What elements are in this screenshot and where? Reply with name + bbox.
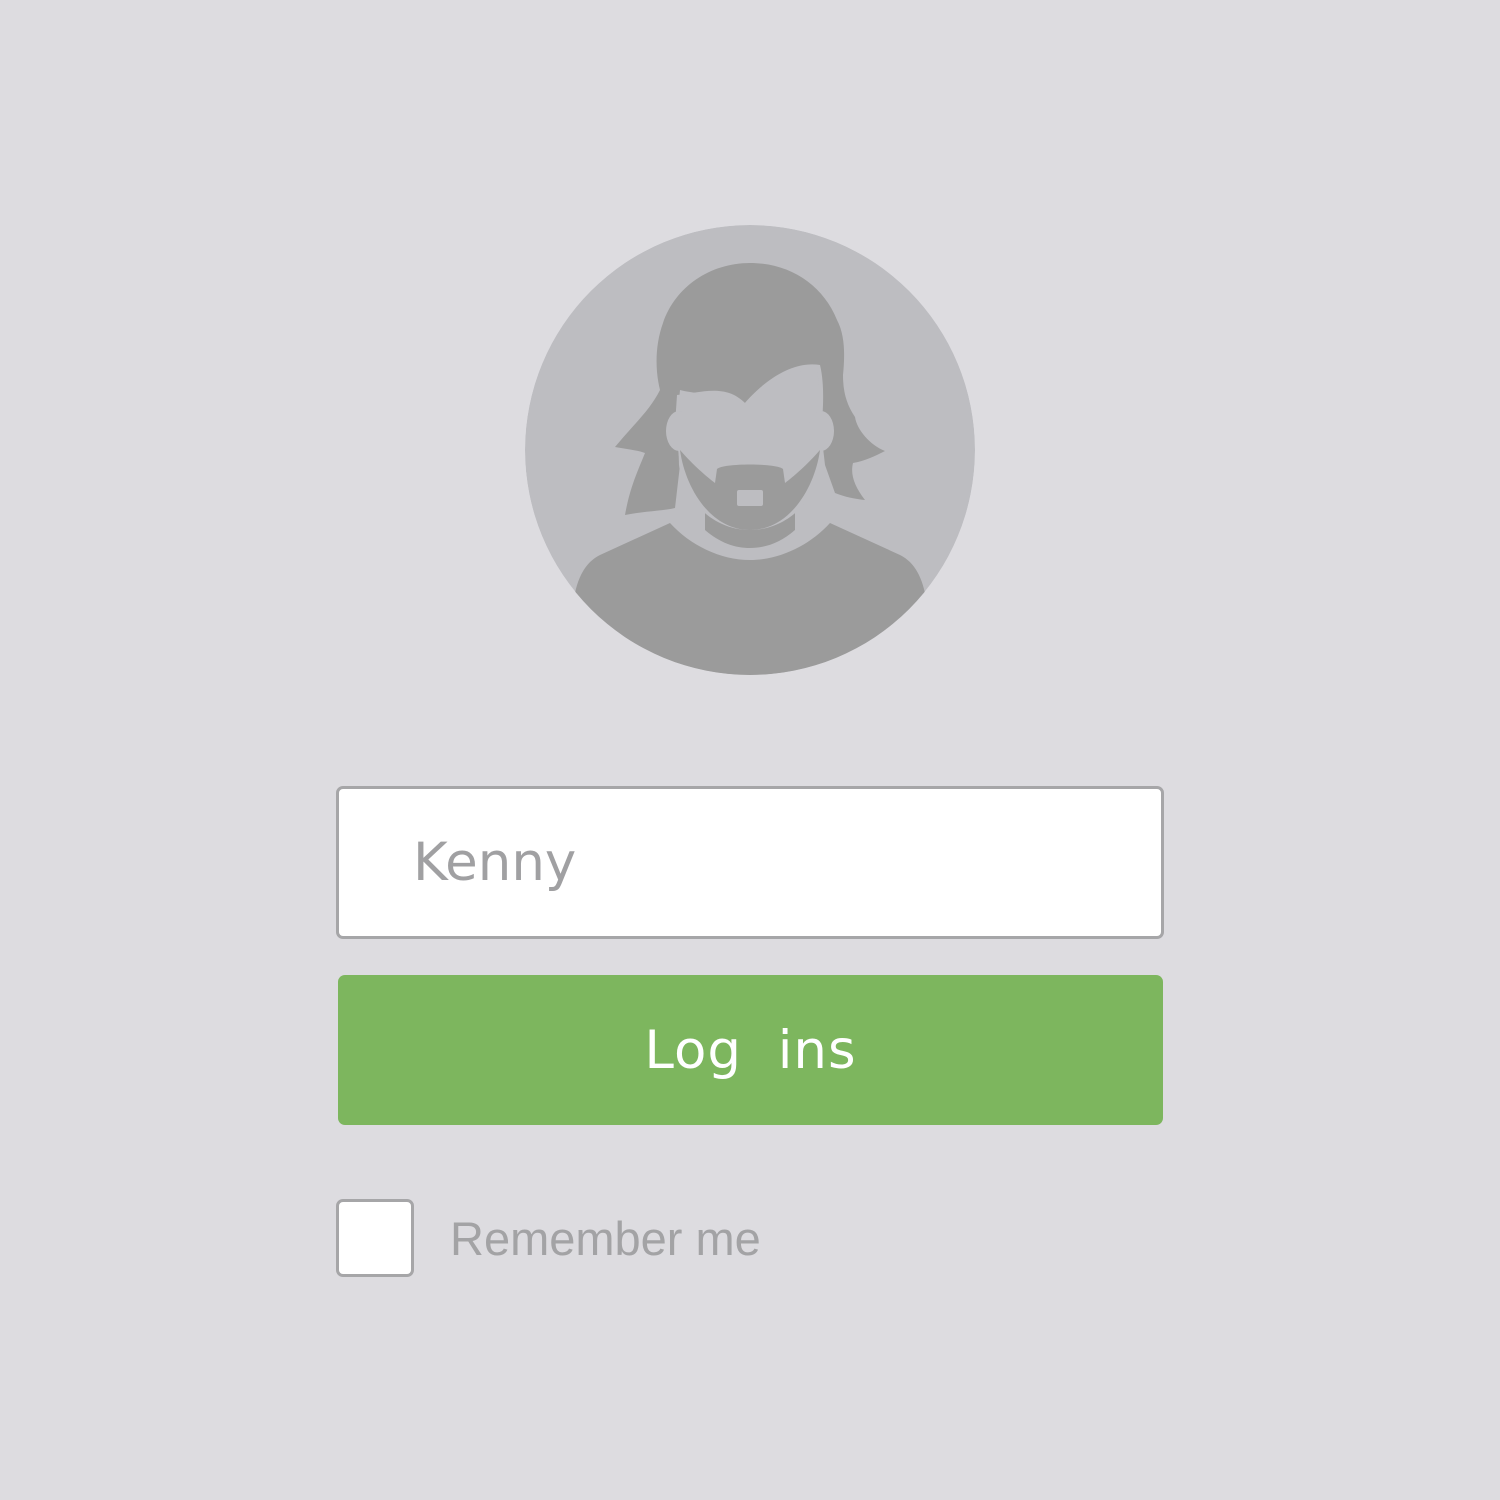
login-screen: Log ins Remember me [0,0,1500,1500]
login-button[interactable]: Log ins [338,975,1163,1125]
username-input[interactable] [336,786,1164,939]
avatar [525,225,975,675]
remember-me-label[interactable]: Remember me [450,1211,761,1266]
remember-me-row[interactable]: Remember me [336,1198,761,1278]
user-silhouette-icon [525,225,975,675]
remember-me-checkbox[interactable] [336,1199,414,1277]
